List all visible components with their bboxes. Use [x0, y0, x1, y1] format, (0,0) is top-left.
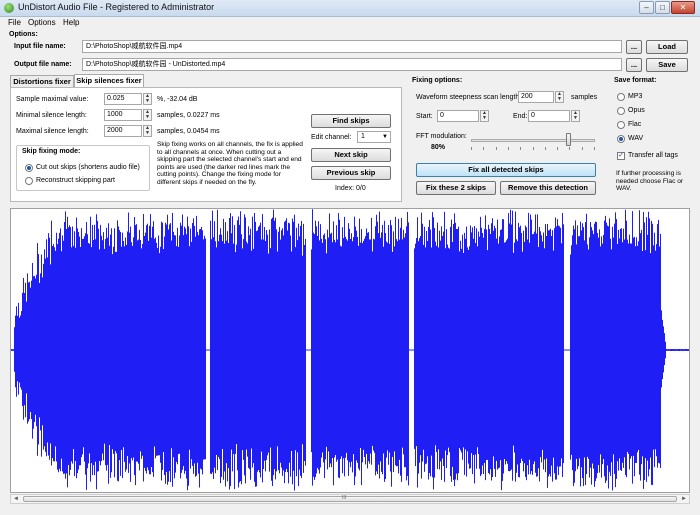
fft-slider-track[interactable]: [471, 139, 595, 142]
max-length-input[interactable]: 2000: [104, 125, 142, 137]
menu-file[interactable]: File: [8, 18, 21, 27]
window-title: UnDistort Audio File - Registered to Adm…: [18, 2, 215, 12]
max-length-label: Maximal silence length:: [16, 128, 89, 135]
load-button[interactable]: Load: [646, 40, 688, 54]
edit-channel-select[interactable]: 1 ▼: [357, 131, 391, 143]
steepness-unit: samples: [571, 94, 598, 101]
skip-index: Index: 0/0: [335, 185, 366, 192]
menu-help[interactable]: Help: [63, 18, 79, 27]
fft-slider-ticks: [471, 147, 595, 150]
max-length-unit: samples, 0.0454 ms: [157, 128, 220, 135]
max-length-spinner[interactable]: ▲ ▼: [143, 125, 152, 137]
fft-slider-tick: [594, 147, 595, 150]
fft-slider-tick: [569, 147, 571, 150]
start-input[interactable]: 0: [437, 110, 479, 122]
format-mp3-radio[interactable]: [617, 93, 625, 101]
sample-max-unit: %, -32.04 dB: [157, 96, 198, 103]
find-skips-button[interactable]: Find skips: [311, 114, 391, 128]
sample-max-input[interactable]: 0.025: [104, 93, 142, 105]
close-button[interactable]: ✕: [671, 1, 695, 14]
options-heading: Options:: [9, 31, 38, 38]
steepness-label: Waveform steepness scan length:: [416, 94, 522, 101]
maximize-button[interactable]: □: [655, 1, 670, 14]
fft-slider-thumb[interactable]: [566, 133, 572, 146]
waveform-view[interactable]: [10, 208, 690, 493]
fft-slider-tick: [520, 147, 522, 150]
mode-reconstruct-radio[interactable]: [25, 177, 33, 185]
sample-max-label: Sample maximal value:: [16, 96, 89, 103]
edit-channel-value: 1: [361, 133, 365, 140]
save-button[interactable]: Save: [646, 58, 688, 72]
end-input[interactable]: 0: [528, 110, 570, 122]
format-wav-radio[interactable]: [617, 135, 625, 143]
steepness-input[interactable]: 200: [518, 91, 554, 103]
skip-fixing-mode-title: Skip fixing mode:: [22, 148, 81, 155]
remove-detection-button[interactable]: Remove this detection: [500, 181, 596, 195]
app-icon: [4, 3, 14, 13]
previous-skip-button[interactable]: Previous skip: [311, 166, 391, 180]
edit-channel-label: Edit channel:: [311, 134, 352, 141]
tab-distortions-fixer[interactable]: Distortions fixer: [10, 75, 74, 87]
save-format-note: If further processing is needed choose F…: [616, 170, 684, 193]
input-browse-button[interactable]: ...: [626, 40, 642, 54]
sample-max-spinner[interactable]: ▲ ▼: [143, 93, 152, 105]
mode-reconstruct-label: Reconstruct skipping part: [36, 177, 115, 184]
fft-slider-tick: [483, 147, 485, 150]
chevron-down-icon: ▼: [382, 134, 388, 140]
min-length-input[interactable]: 1000: [104, 109, 142, 121]
end-spinner[interactable]: ▲ ▼: [571, 110, 580, 122]
fixing-options-heading: Fixing options:: [412, 77, 463, 84]
mode-cut-radio[interactable]: [25, 164, 33, 172]
format-flac-label: Flac: [628, 121, 642, 128]
save-format-heading: Save format:: [614, 77, 657, 84]
title-bar: UnDistort Audio File - Registered to Adm…: [0, 0, 700, 17]
min-length-label: Minimal silence length:: [16, 112, 87, 119]
mode-cut-label: Cut out skips (shortens audio file): [36, 164, 140, 171]
end-label: End:: [513, 113, 528, 120]
minimize-button[interactable]: –: [639, 1, 654, 14]
fft-slider-tick: [581, 147, 583, 150]
scroll-left-arrow-icon[interactable]: ◄: [12, 495, 20, 503]
input-file-field[interactable]: D:\PhotoShop\威航软件园.mp4: [82, 40, 622, 53]
fix-all-skips-button[interactable]: Fix all detected skips: [416, 163, 596, 177]
start-spinner[interactable]: ▲ ▼: [480, 110, 489, 122]
transfer-tags-label: Transfer all tags: [628, 152, 678, 159]
fft-slider-tick: [495, 147, 497, 150]
steepness-spinner[interactable]: ▲ ▼: [555, 91, 564, 103]
format-opus-radio[interactable]: [617, 107, 625, 115]
scroll-right-arrow-icon[interactable]: ►: [680, 495, 688, 503]
menu-options[interactable]: Options: [28, 18, 56, 27]
input-file-label: Input file name:: [14, 43, 66, 50]
horizontal-scrollbar[interactable]: ◄ III ►: [10, 494, 690, 504]
fft-slider-tick: [471, 147, 472, 150]
format-mp3-label: MP3: [628, 93, 643, 100]
min-length-spinner[interactable]: ▲ ▼: [143, 109, 152, 121]
next-skip-button[interactable]: Next skip: [311, 148, 391, 162]
output-file-field[interactable]: D:\PhotoShop\威航软件园 - UnDistorted.mp4: [82, 58, 622, 71]
transfer-tags-checkbox[interactable]: ✓: [617, 152, 625, 160]
tab-skip-silences-fixer[interactable]: Skip silences fixer: [74, 74, 144, 87]
format-opus-label: Opus: [628, 107, 645, 114]
scroll-thumb[interactable]: III: [23, 495, 677, 502]
fft-slider-tick: [532, 147, 534, 150]
fft-modulation-value: 80%: [431, 144, 446, 151]
start-label: Start:: [416, 113, 433, 120]
output-browse-button[interactable]: ...: [626, 58, 642, 72]
min-length-unit: samples, 0.0227 ms: [157, 112, 220, 119]
skip-fix-description: Skip fixing works on all channels, the f…: [157, 141, 303, 186]
fft-slider-tick: [544, 147, 546, 150]
fft-slider-tick: [557, 147, 559, 150]
fft-slider-tick: [507, 147, 509, 150]
format-wav-label: WAV: [628, 135, 644, 142]
scroll-grip: III: [342, 495, 347, 501]
format-flac-radio[interactable]: [617, 121, 625, 129]
fft-modulation-label: FFT modulation:: [416, 133, 467, 140]
fix-these-skips-button[interactable]: Fix these 2 skips: [416, 181, 496, 195]
output-file-label: Output file name:: [14, 61, 72, 68]
waveform-graphic: [11, 209, 689, 491]
menu-bar: File Options Help: [0, 17, 700, 29]
